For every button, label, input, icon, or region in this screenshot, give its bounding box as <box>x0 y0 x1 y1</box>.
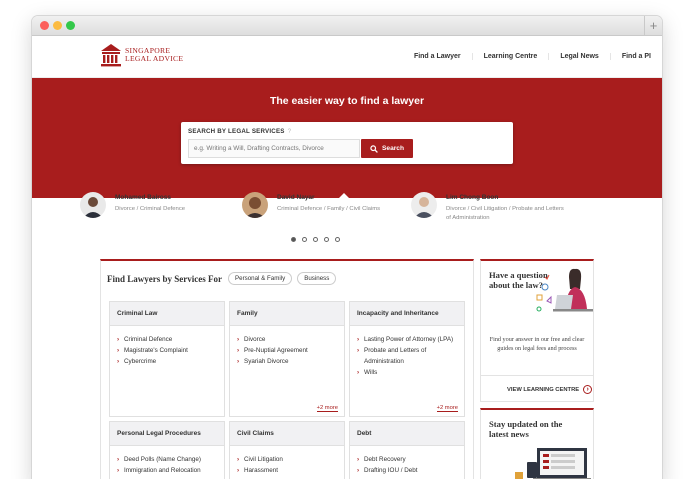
services-title: Find Lawyers by Services For <box>107 273 222 284</box>
logo-emblem-icon <box>100 43 122 67</box>
search-icon <box>370 144 378 153</box>
service-link[interactable]: Immigration and Relocation <box>117 465 216 476</box>
service-link[interactable]: Criminal Defence <box>117 334 216 345</box>
search-button-label: Search <box>382 145 404 152</box>
card-title[interactable]: Family <box>230 302 344 326</box>
service-link[interactable]: Drafting IOU / Debt <box>357 465 456 476</box>
question-illustration-icon <box>536 268 593 312</box>
hero-title: The easier way to find a lawyer <box>269 95 425 107</box>
lawyer-card[interactable]: Lim Chong Boon Divorce / Civil Litigatio… <box>411 192 564 223</box>
news-illustration-icon <box>515 448 591 479</box>
logo-wordmark: SINGAPORE LEGAL ADVICE <box>125 47 183 63</box>
service-link[interactable]: Divorce <box>237 334 336 345</box>
info-icon[interactable]: ? <box>288 128 292 135</box>
site-header: SINGAPORE LEGAL ADVICE Find a Lawyer Lea… <box>32 36 662 78</box>
more-services-link[interactable]: +2 more <box>316 405 338 412</box>
carousel-dot[interactable] <box>312 237 318 242</box>
search-input[interactable] <box>188 139 360 158</box>
nav-learning-centre[interactable]: Learning Centre <box>471 52 549 60</box>
service-link[interactable]: Civil Litigation <box>237 454 336 465</box>
services-panel: Find Lawyers by Services For Personal & … <box>100 259 474 479</box>
service-card-criminal-law: Criminal Law Criminal Defence Magistrate… <box>109 301 225 417</box>
card-title[interactable]: Personal Legal Procedures <box>110 422 224 446</box>
carousel-dot[interactable] <box>301 237 307 242</box>
new-tab-button[interactable]: + <box>644 16 662 36</box>
maximize-window-button[interactable] <box>66 21 75 30</box>
link-label: VIEW LEARNING CENTRE <box>507 386 580 393</box>
site-logo[interactable]: SINGAPORE LEGAL ADVICE <box>100 43 183 67</box>
news-promo: Stay updated on the latest news <box>480 408 594 479</box>
search-panel: SEARCH BY LEGAL SERVICES? Search <box>181 122 513 164</box>
services-header: Find Lawyers by Services For Personal & … <box>107 272 341 285</box>
service-link[interactable]: Magistrate's Complaint <box>117 345 216 356</box>
lawyer-name: David Nayar <box>277 194 315 201</box>
service-card-debt: Debt Debt Recovery Drafting IOU / Debt <box>349 421 465 479</box>
more-services-link[interactable]: +2 more <box>436 405 458 412</box>
close-window-button[interactable] <box>40 21 49 30</box>
service-card-civil-claims: Civil Claims Civil Litigation Harassment <box>229 421 345 479</box>
lawyer-name: Mohamed Baiross <box>115 194 171 201</box>
lawyer-practice-areas: Divorce / Criminal Defence <box>115 206 186 212</box>
service-link[interactable]: Pre-Nuptial Agreement <box>237 345 336 356</box>
logo-line-2: LEGAL ADVICE <box>125 54 184 63</box>
card-title[interactable]: Civil Claims <box>230 422 344 446</box>
service-card-incapacity-inheritance: Incapacity and Inheritance Lasting Power… <box>349 301 465 417</box>
avatar <box>242 192 268 218</box>
lawyer-practice-areas: Criminal Defence / Family / Civil Claims <box>277 206 381 212</box>
search-button[interactable]: Search <box>361 139 413 158</box>
service-link[interactable]: Debt Recovery <box>357 454 456 465</box>
carousel-pagination <box>0 237 630 242</box>
lawyer-card[interactable]: Mohamed Baiross Divorce / Criminal Defen… <box>80 192 185 218</box>
lawyer-name: Lim Chong Boon <box>446 194 499 201</box>
nav-find-a-lawyer[interactable]: Find a Lawyer <box>403 53 472 60</box>
main-nav: Find a Lawyer Learning Centre Legal News… <box>403 36 662 76</box>
lawyer-card[interactable]: David Nayar Criminal Defence / Family / … <box>242 192 380 218</box>
news-title: Stay updated on the latest news <box>489 419 563 439</box>
card-title[interactable]: Incapacity and Inheritance <box>350 302 464 326</box>
service-link[interactable]: Wills <box>357 367 456 378</box>
browser-titlebar: + <box>32 16 662 36</box>
carousel-dot[interactable] <box>334 237 340 242</box>
service-link[interactable]: Harassment <box>237 465 336 476</box>
card-title[interactable]: Criminal Law <box>110 302 224 326</box>
minimize-window-button[interactable] <box>53 21 62 30</box>
divider <box>481 375 593 376</box>
service-link[interactable]: Cybercrime <box>117 356 216 367</box>
service-link[interactable]: Deed Polls (Name Change) <box>117 454 216 465</box>
service-card-personal-legal-procedures: Personal Legal Procedures Deed Polls (Na… <box>109 421 225 479</box>
carousel-dot[interactable] <box>290 237 296 242</box>
featured-lawyers: Mohamed Baiross Divorce / Criminal Defen… <box>80 192 564 232</box>
search-label-text: SEARCH BY LEGAL SERVICES <box>188 128 285 135</box>
service-link[interactable]: Probate and Letters of Administration <box>357 345 456 367</box>
nav-legal-news[interactable]: Legal News <box>548 52 610 60</box>
tab-business[interactable]: Business <box>297 272 337 285</box>
search-label: SEARCH BY LEGAL SERVICES? <box>188 128 291 135</box>
avatar <box>80 192 106 218</box>
tab-personal-family[interactable]: Personal & Family <box>228 272 293 285</box>
service-card-family: Family Divorce Pre-Nuptial Agreement Sya… <box>229 301 345 417</box>
lawyer-practice-areas: Divorce / Civil Litigation / Probate and… <box>446 206 564 221</box>
nav-find-a-pi[interactable]: Find a PI <box>609 52 662 60</box>
carousel-dot[interactable] <box>323 237 329 242</box>
card-title[interactable]: Debt <box>350 422 464 446</box>
promo-text: Find your answer in our free and clear g… <box>489 336 585 352</box>
service-link[interactable]: Syariah Divorce <box>237 356 336 367</box>
avatar <box>411 192 437 218</box>
view-learning-centre-link[interactable]: VIEW LEARNING CENTRE › <box>507 385 593 394</box>
hero-banner: The easier way to find a lawyer SEARCH B… <box>32 78 662 199</box>
learning-centre-promo: Have a question about the law? Find your… <box>480 259 594 402</box>
service-link[interactable]: Lasting Power of Attorney (LPA) <box>357 334 456 345</box>
chevron-right-icon: › <box>583 385 593 394</box>
